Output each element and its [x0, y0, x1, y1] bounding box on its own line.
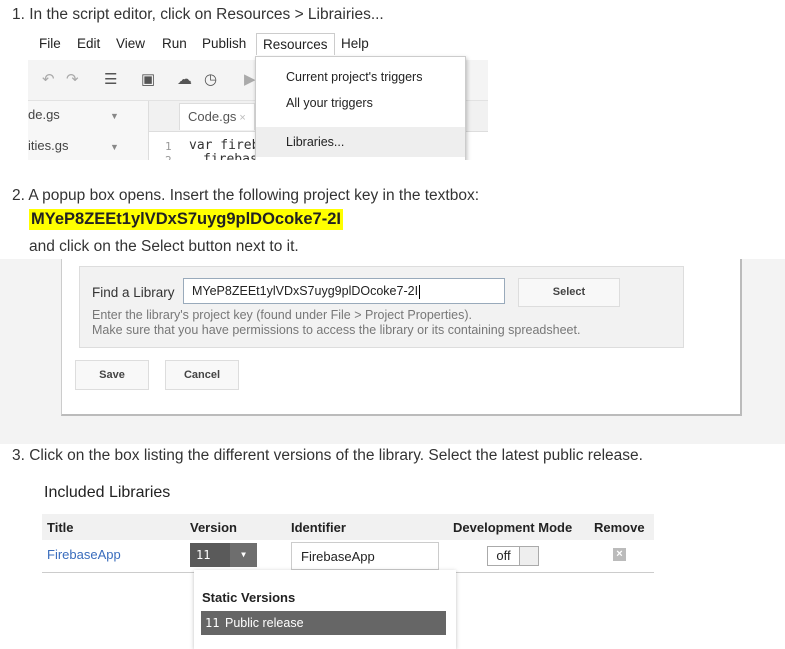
- menu-file[interactable]: File: [39, 36, 61, 51]
- menu-item-all-triggers[interactable]: All your triggers: [286, 96, 373, 110]
- tab-label: Code.gs: [188, 109, 237, 124]
- column-development-mode: Development Mode: [453, 520, 573, 535]
- find-library-panel: Find a Library MYeP8ZEEt1ylVDxS7uyg9plDO…: [79, 266, 684, 348]
- column-identifier: Identifier: [291, 520, 346, 535]
- version-label: Public release: [225, 616, 304, 630]
- menu-help[interactable]: Help: [341, 36, 369, 51]
- version-select[interactable]: 11 ▼: [190, 543, 257, 567]
- menu-publish[interactable]: Publish: [202, 36, 246, 51]
- text-cursor: [419, 284, 421, 299]
- version-option-public-release[interactable]: 11 Public release: [201, 611, 446, 635]
- chevron-down-icon[interactable]: ▼: [110, 142, 119, 152]
- save-button[interactable]: Save: [75, 360, 149, 390]
- menu-bar: File Edit View Run Publish Resources Hel…: [28, 30, 488, 58]
- script-editor-screenshot: File Edit View Run Publish Resources Hel…: [28, 30, 488, 160]
- input-value: MYeP8ZEEt1ylVDxS7uyg9plDOcoke7-2I: [192, 284, 419, 298]
- remove-icon[interactable]: ×: [613, 548, 626, 561]
- version-number: 11: [205, 616, 220, 630]
- cancel-button[interactable]: Cancel: [165, 360, 239, 390]
- hint-text: Make sure that you have permissions to a…: [92, 323, 581, 337]
- redo-icon[interactable]: ↷: [66, 70, 79, 88]
- table-header: Title Version Identifier Development Mod…: [42, 514, 654, 540]
- menu-resources[interactable]: Resources: [256, 33, 335, 55]
- column-remove: Remove: [594, 520, 645, 535]
- chevron-down-icon[interactable]: ▼: [110, 111, 119, 121]
- step-2-text: 2. A popup box opens. Insert the followi…: [12, 187, 480, 204]
- file-item[interactable]: ities.gs: [28, 138, 68, 153]
- tab-code-gs[interactable]: Code.gs ×: [179, 103, 255, 130]
- library-title-link[interactable]: FirebaseApp: [47, 547, 121, 562]
- find-library-label: Find a Library: [92, 285, 175, 300]
- step-3-text: 3. Click on the box listing the differen…: [12, 447, 643, 464]
- clock-icon[interactable]: ◷: [204, 70, 217, 88]
- column-version: Version: [190, 520, 237, 535]
- toggle-label: off: [488, 547, 520, 565]
- chevron-down-icon: ▼: [230, 543, 257, 567]
- toggle-knob: [520, 547, 538, 565]
- hint-text: Enter the library's project key (found u…: [92, 308, 472, 322]
- project-key-highlight: MYeP8ZEEt1ylVDxS7uyg9plDOcoke7-2I: [29, 209, 343, 230]
- undo-icon[interactable]: ↶: [42, 70, 55, 88]
- column-title: Title: [47, 520, 74, 535]
- menu-edit[interactable]: Edit: [77, 36, 100, 51]
- line-number: 2: [165, 154, 172, 160]
- step-1-text: 1. In the script editor, click on Resour…: [12, 6, 384, 23]
- development-mode-toggle[interactable]: off: [487, 546, 539, 566]
- static-versions-heading: Static Versions: [202, 590, 296, 605]
- select-button[interactable]: Select: [518, 278, 620, 307]
- version-dropdown: Static Versions 11 Public release: [194, 570, 456, 649]
- menu-item-current-triggers[interactable]: Current project's triggers: [286, 70, 422, 84]
- file-list: de.gs ▼ ities.gs ▼: [28, 101, 149, 160]
- menu-view[interactable]: View: [116, 36, 145, 51]
- version-value: 11: [196, 548, 211, 562]
- line-number: 1: [165, 140, 172, 153]
- file-item[interactable]: de.gs: [28, 107, 60, 122]
- close-icon[interactable]: ×: [239, 112, 245, 124]
- code-line: var fireb: [189, 138, 260, 153]
- included-libraries-heading: Included Libraries: [44, 484, 171, 501]
- resources-dropdown-menu: Current project's triggers All your trig…: [255, 56, 466, 160]
- run-icon[interactable]: ▶: [244, 70, 256, 88]
- menu-run[interactable]: Run: [162, 36, 187, 51]
- project-key-input[interactable]: MYeP8ZEEt1ylVDxS7uyg9plDOcoke7-2I: [183, 278, 505, 304]
- indent-icon[interactable]: ☰: [104, 70, 117, 88]
- code-line: firebas: [203, 152, 258, 160]
- menu-item-libraries[interactable]: Libraries...: [286, 135, 344, 149]
- save-icon[interactable]: ▣: [141, 70, 155, 88]
- add-library-screenshot: Find a Library MYeP8ZEEt1ylVDxS7uyg9plDO…: [0, 259, 785, 444]
- step-2-followup: and click on the Select button next to i…: [29, 238, 299, 255]
- identifier-input[interactable]: FirebaseApp: [291, 542, 439, 570]
- add-library-dialog: Find a Library MYeP8ZEEt1ylVDxS7uyg9plDO…: [61, 259, 742, 416]
- cloud-upload-icon[interactable]: ☁: [177, 70, 192, 88]
